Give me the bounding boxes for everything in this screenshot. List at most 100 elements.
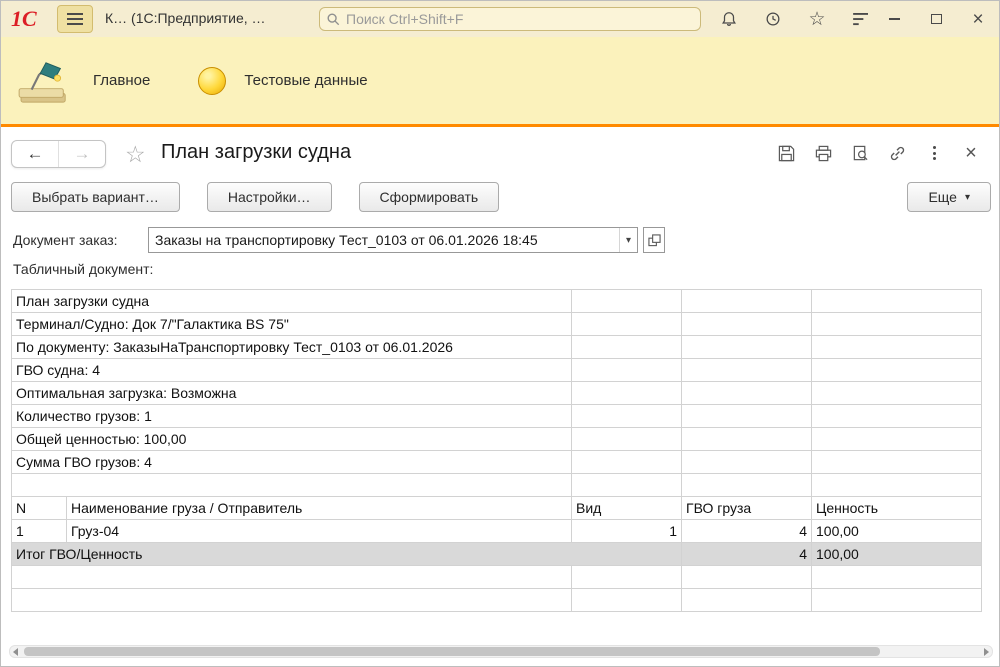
sheet-cell[interactable]	[682, 428, 812, 451]
sheet-cell[interactable]	[812, 428, 982, 451]
sheet-cell[interactable]: Сумма ГВО грузов: 4	[12, 451, 572, 474]
sheet-header-row: N Наименование груза / Отправитель Вид Г…	[12, 497, 982, 520]
sheet-cell[interactable]: 100,00	[812, 543, 982, 566]
sheet-cell[interactable]: 1	[12, 520, 67, 543]
sheet-cell[interactable]	[682, 313, 812, 336]
sheet-cell[interactable]: Итог ГВО/Ценность	[12, 543, 682, 566]
sheet-header-cell[interactable]: Вид	[572, 497, 682, 520]
sheet-cell[interactable]: Количество грузов: 1	[12, 405, 572, 428]
favorites-star-icon[interactable]: ☆	[807, 9, 827, 29]
document-order-label: Документ заказ:	[13, 232, 148, 248]
scroll-right-arrow-icon[interactable]	[984, 648, 989, 656]
sheet-cell[interactable]	[682, 589, 812, 612]
scrollbar-thumb[interactable]	[24, 647, 880, 656]
section-test-data-label: Тестовые данные	[244, 72, 367, 89]
search-input[interactable]	[346, 11, 694, 27]
sheet-row: План загрузки судна	[12, 290, 982, 313]
print-icon[interactable]	[813, 143, 833, 163]
sheet-cell[interactable]	[682, 566, 812, 589]
sheet-cell[interactable]	[572, 589, 682, 612]
sheet-cell[interactable]	[12, 566, 572, 589]
notifications-bell-icon[interactable]	[719, 9, 739, 29]
sheet-cell[interactable]	[812, 474, 982, 497]
section-main-label: Главное	[93, 72, 150, 89]
back-button[interactable]: ←	[12, 141, 59, 167]
sheet-cell[interactable]: ГВО судна: 4	[12, 359, 572, 382]
settings-button[interactable]: Настройки…	[207, 182, 332, 212]
sheet-cell[interactable]	[682, 336, 812, 359]
sheet-header-cell[interactable]: Ценность	[812, 497, 982, 520]
window-tab-title[interactable]: К… (1С:Предприятие, …	[105, 10, 266, 26]
global-search	[319, 7, 701, 31]
sheet-cell[interactable]	[682, 451, 812, 474]
sheet-cell[interactable]	[572, 451, 682, 474]
more-button[interactable]: Еще ▾	[907, 182, 991, 212]
print-preview-icon[interactable]	[850, 143, 870, 163]
sheet-cell[interactable]	[572, 382, 682, 405]
sheet-cell[interactable]	[12, 474, 572, 497]
sheet-cell[interactable]: По документу: ЗаказыНаТранспортировку Те…	[12, 336, 572, 359]
sheet-cell[interactable]	[682, 405, 812, 428]
generate-button[interactable]: Сформировать	[359, 182, 500, 212]
minimize-button[interactable]	[885, 10, 903, 28]
main-menu-button[interactable]	[57, 5, 93, 33]
sheet-cell[interactable]: Груз-04	[67, 520, 572, 543]
sheet-cell[interactable]	[572, 405, 682, 428]
more-menu-icon[interactable]	[924, 143, 944, 163]
document-order-input[interactable]	[149, 228, 619, 252]
select-variant-button[interactable]: Выбрать вариант…	[11, 182, 180, 212]
sheet-cell[interactable]	[682, 290, 812, 313]
open-document-button[interactable]	[643, 227, 665, 253]
sheet-cell[interactable]	[572, 359, 682, 382]
sheet-cell[interactable]	[812, 336, 982, 359]
window-close-button[interactable]: ×	[969, 10, 987, 28]
combobox-dropdown-button[interactable]: ▾	[619, 228, 637, 252]
yellow-ball-icon	[198, 67, 226, 95]
sheet-cell[interactable]	[572, 474, 682, 497]
sheet-cell[interactable]: Общей ценностью: 100,00	[12, 428, 572, 451]
sheet-cell[interactable]: 1	[572, 520, 682, 543]
get-link-icon[interactable]	[887, 143, 907, 163]
sheet-cell[interactable]: 4	[682, 543, 812, 566]
sheet-cell[interactable]: 100,00	[812, 520, 982, 543]
forward-button[interactable]: →	[59, 141, 105, 167]
sheet-cell[interactable]	[812, 451, 982, 474]
sheet-cell[interactable]	[572, 290, 682, 313]
sheet-cell[interactable]	[682, 382, 812, 405]
sheet-cell[interactable]	[682, 359, 812, 382]
sheet-cell[interactable]	[812, 382, 982, 405]
sheet-cell[interactable]: Оптимальная загрузка: Возможна	[12, 382, 572, 405]
sheet-cell[interactable]	[812, 359, 982, 382]
sheet-cell[interactable]	[812, 313, 982, 336]
sheet-cell[interactable]	[572, 313, 682, 336]
sheet-cell[interactable]	[572, 336, 682, 359]
sheet-cell[interactable]	[572, 428, 682, 451]
maximize-button[interactable]	[927, 10, 945, 28]
sheet-cell[interactable]	[812, 589, 982, 612]
history-clock-icon[interactable]	[763, 9, 783, 29]
sheet-cell[interactable]	[682, 474, 812, 497]
sheet-cell[interactable]: 4	[682, 520, 812, 543]
sheet-cell[interactable]	[812, 405, 982, 428]
sheet-cell[interactable]: План загрузки судна	[12, 290, 572, 313]
sheet-cell[interactable]	[572, 566, 682, 589]
form-close-button[interactable]: ×	[961, 143, 981, 163]
section-test-data[interactable]: Тестовые данные	[198, 67, 367, 95]
app-window: 1С К… (1С:Предприятие, … ☆ ×	[0, 0, 1000, 667]
sheet-cell[interactable]: Терминал/Судно: Док 7/"Галактика BS 75"	[12, 313, 572, 336]
service-menu-icon[interactable]	[851, 9, 871, 29]
add-to-favorites-star-icon[interactable]: ☆	[125, 140, 146, 168]
scroll-left-arrow-icon[interactable]	[13, 648, 18, 656]
sheet-row	[12, 566, 982, 589]
sheet-header-cell[interactable]: N	[12, 497, 67, 520]
spreadsheet-document: План загрузки судна Терминал/Судно: Док …	[11, 289, 982, 612]
sheet-cell[interactable]	[812, 290, 982, 313]
sheet-cell[interactable]	[812, 566, 982, 589]
sheet-cell[interactable]	[12, 589, 572, 612]
sheet-header-cell[interactable]: ГВО груза	[682, 497, 812, 520]
save-icon[interactable]	[776, 143, 796, 163]
horizontal-scrollbar[interactable]	[9, 645, 993, 658]
sheet-row: Количество грузов: 1	[12, 405, 982, 428]
section-main[interactable]: Главное	[17, 57, 150, 105]
sheet-header-cell[interactable]: Наименование груза / Отправитель	[67, 497, 572, 520]
